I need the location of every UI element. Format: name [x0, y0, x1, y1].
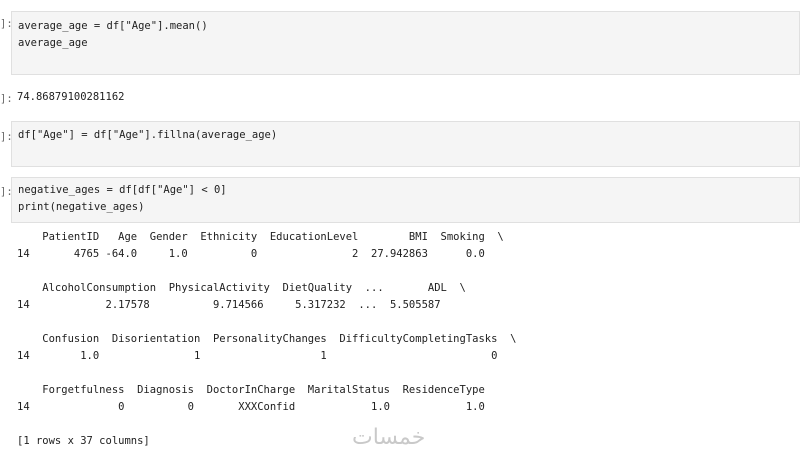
output-line: PatientID Age Gender Ethnicity Education… — [17, 231, 504, 243]
code-line: df["Age"] = df["Age"].fillna(average_age… — [18, 129, 278, 141]
code-cell-negative-ages[interactable]: negative_ages = df[df["Age"] < 0] print(… — [11, 177, 800, 223]
cell-prompt: ]: — [0, 18, 13, 30]
output-line: [1 rows x 37 columns] — [17, 435, 150, 447]
cell-prompt: ]: — [0, 131, 13, 143]
code-line: average_age — [18, 37, 88, 49]
output-line: Forgetfulness Diagnosis DoctorInCharge M… — [17, 384, 485, 396]
output-line: 14 1.0 1 1 0 — [17, 350, 498, 362]
code-line: negative_ages = df[df["Age"] < 0] — [18, 184, 227, 196]
mean-output: 74.86879100281162 — [17, 91, 125, 103]
cell-prompt: ]: — [0, 186, 13, 198]
output-line: AlcoholConsumption PhysicalActivity Diet… — [17, 282, 466, 294]
output-prompt: ]: — [0, 93, 13, 105]
code-line: average_age = df["Age"].mean() — [18, 20, 208, 32]
output-line: 14 4765 -64.0 1.0 0 2 27.942863 0.0 — [17, 248, 485, 260]
output-line: 14 2.17578 9.714566 5.317232 ... 5.50558… — [17, 299, 441, 311]
code-cell-mean[interactable]: average_age = df["Age"].mean() average_a… — [11, 11, 800, 75]
watermark-logo: خمسات — [352, 425, 426, 450]
output-line: Confusion Disorientation PersonalityChan… — [17, 333, 517, 345]
code-line: print(negative_ages) — [18, 201, 145, 213]
output-line: 14 0 0 XXXConfid 1.0 1.0 — [17, 401, 485, 413]
code-cell-fillna[interactable]: df["Age"] = df["Age"].fillna(average_age… — [11, 121, 800, 167]
